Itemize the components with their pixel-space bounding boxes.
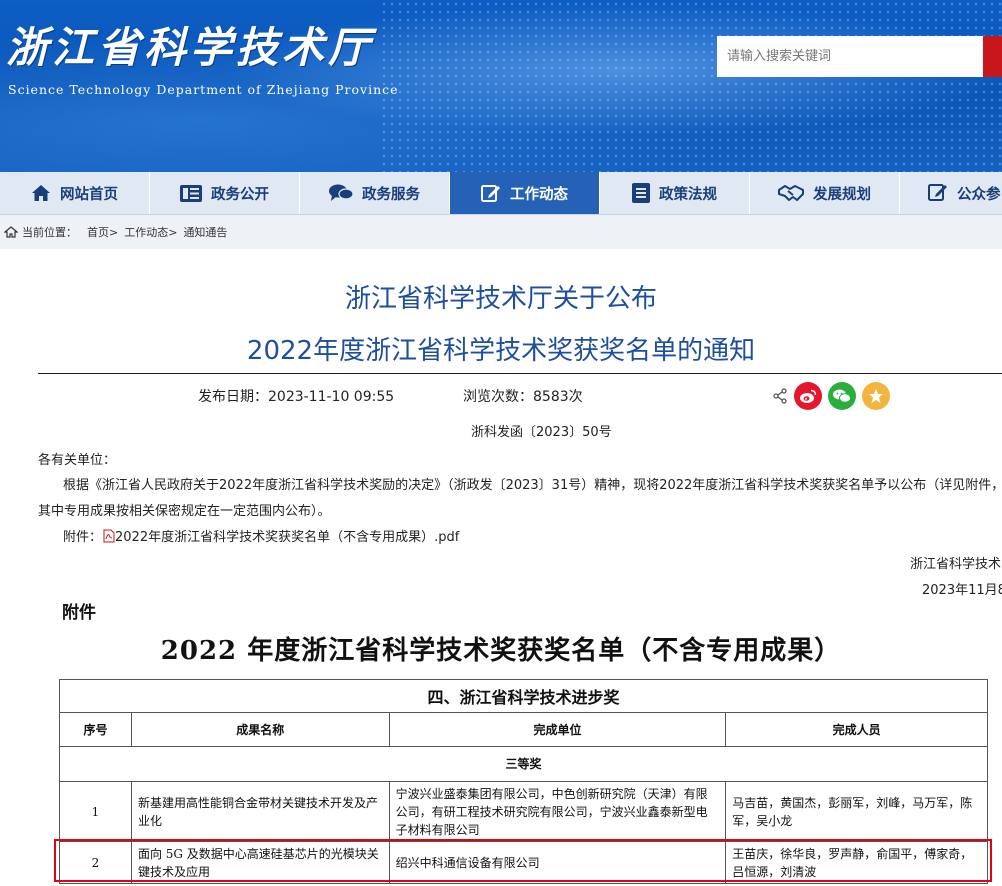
table-row: 2 面向 5G 及数据中心高速硅基芯片的光模块关键技术及应用 绍兴中科通信设备有… <box>59 841 988 884</box>
breadcrumb-home-link[interactable]: 首页> <box>87 224 118 240</box>
column-header-people: 完成人员 <box>725 712 988 747</box>
share-icon[interactable] <box>772 388 788 404</box>
nav-item-label: 政务服务 <box>362 186 420 203</box>
nav-item-label: 发展规划 <box>813 186 871 203</box>
search-input[interactable] <box>717 36 983 77</box>
article-title-line1: 浙江省科学技术厅关于公布 <box>344 284 657 314</box>
column-header-number: 序号 <box>59 712 132 747</box>
banner-world-map-pattern <box>380 0 1002 172</box>
document-number: 浙科发函〔2023〕50号 <box>471 425 612 440</box>
signature-date: 2023年11月8 <box>922 583 1002 598</box>
favorite-star-icon[interactable] <box>862 382 890 410</box>
chat-icon <box>329 184 353 201</box>
salutation: 各有关单位： <box>38 453 117 468</box>
award-table: 四、浙江省科学技术进步奖 序号 成果名称 完成单位 完成人员 三等奖 1 新基建… <box>59 679 988 884</box>
site-subtitle: Science Technology Department of Zhejian… <box>8 82 399 97</box>
nav-item-work-news[interactable]: 工作动态 <box>450 172 600 214</box>
search-button[interactable] <box>983 36 1002 77</box>
column-header-achievement: 成果名称 <box>130 712 390 747</box>
row-number: 1 <box>59 781 132 842</box>
nav-item-label: 网站首页 <box>60 186 118 203</box>
home-icon <box>4 226 18 238</box>
handshake-icon <box>778 185 804 201</box>
publish-date-value: 2023-11-10 09:55 <box>268 389 395 405</box>
nav-item-label: 政务公开 <box>211 186 269 203</box>
weibo-share-icon[interactable] <box>794 382 822 410</box>
nav-item-label: 政策法规 <box>659 186 717 203</box>
nav-item-planning[interactable]: 发展规划 <box>750 172 900 214</box>
nav-item-label: 公众参 <box>957 186 1001 203</box>
row-achievement-name: 新基建用高性能铜合金带材关键技术开发及产业化 <box>130 781 390 842</box>
header-banner: 浙江省科学技术厅 Science Technology Department o… <box>0 0 1002 172</box>
wechat-share-icon[interactable] <box>828 382 856 410</box>
award-table-caption: 四、浙江省科学技术进步奖 <box>59 679 988 713</box>
attachment-pdf-link[interactable]: 2022年度浙江省科学技术奖获奖名单（不含专用成果）.pdf <box>115 530 459 545</box>
body-paragraph-line2: 其中专用成果按相关保密规定在一定范围内公布）。 <box>38 504 331 519</box>
attachment-doc-title: 2022 年度浙江省科学技术奖获奖名单（不含专用成果） <box>160 636 842 666</box>
row-people: 王苗庆，徐华良，罗声静，俞国平，傅家奇，吕恒源，刘清波 <box>725 841 988 884</box>
nav-item-policies[interactable]: 政策法规 <box>600 172 750 214</box>
document-icon <box>632 183 650 203</box>
home-icon <box>32 185 50 201</box>
award-grade-row: 三等奖 <box>59 746 988 782</box>
row-number: 2 <box>59 841 132 884</box>
attachment-doc-label: 附件 <box>62 603 96 623</box>
publish-date: 发布日期：2023-11-10 09:55 <box>198 386 394 406</box>
breadcrumb-prefix: 当前位置： <box>22 226 77 239</box>
breadcrumb-work-news-link[interactable]: 工作动态> <box>124 224 177 240</box>
breadcrumb: 当前位置： 首页> 工作动态> 通知通告 <box>0 215 1002 249</box>
share-bar <box>772 382 890 410</box>
row-units: 宁波兴业盛泰集团有限公司，中色创新研究院（天津）有限公司，有研工程技术研究院有限… <box>388 781 727 842</box>
attachment-line: 附件： 2022年度浙江省科学技术奖获奖名单（不含专用成果）.pdf <box>63 526 459 545</box>
article-title-line2: 2022年度浙江省科学技术奖获奖名单的通知 <box>246 336 756 366</box>
row-people: 马吉苗，黄国杰，彭丽军，刘峰，马万军，陈军，吴小龙 <box>725 781 988 842</box>
nav-item-gov-affairs-open[interactable]: 政务公开 <box>150 172 300 214</box>
nav-item-gov-services[interactable]: 政务服务 <box>300 172 450 214</box>
nav-item-public-participation[interactable]: 公众参 <box>900 172 1002 214</box>
nav-item-home[interactable]: 网站首页 <box>0 172 150 214</box>
pdf-file-icon <box>103 529 115 543</box>
table-row: 1 新基建用高性能铜合金带材关键技术开发及产业化 宁波兴业盛泰集团有限公司，中色… <box>59 781 988 842</box>
nav-item-label: 工作动态 <box>510 186 568 203</box>
chat-edit-icon <box>928 184 947 201</box>
title-divider <box>38 373 1002 374</box>
publish-date-label: 发布日期： <box>198 389 268 405</box>
signature-org: 浙江省科学技术 <box>910 557 1002 572</box>
view-count: 浏览次数：8583次 <box>463 386 583 406</box>
pencil-icon <box>481 185 500 202</box>
row-achievement-name: 面向 5G 及数据中心高速硅基芯片的光模块关键技术及应用 <box>130 841 390 884</box>
view-count-value: 8583次 <box>533 389 583 405</box>
view-count-label: 浏览次数： <box>463 389 533 405</box>
breadcrumb-notices-link[interactable]: 通知通告 <box>183 224 227 240</box>
row-units: 绍兴中科通信设备有限公司 <box>388 841 727 884</box>
site-title[interactable]: 浙江省科学技术厅 <box>6 14 374 75</box>
list-icon <box>180 184 202 202</box>
column-header-units: 完成单位 <box>388 712 727 747</box>
body-paragraph-line1: 根据《浙江省人民政府关于2022年度浙江省科学技术奖励的决定》（浙政发〔2023… <box>63 478 1002 493</box>
main-nav: 网站首页 政务公开 政务服务 工作动态 政策法规 发展规划 公众参 <box>0 172 1002 215</box>
attachment-label: 附件： <box>63 530 103 545</box>
